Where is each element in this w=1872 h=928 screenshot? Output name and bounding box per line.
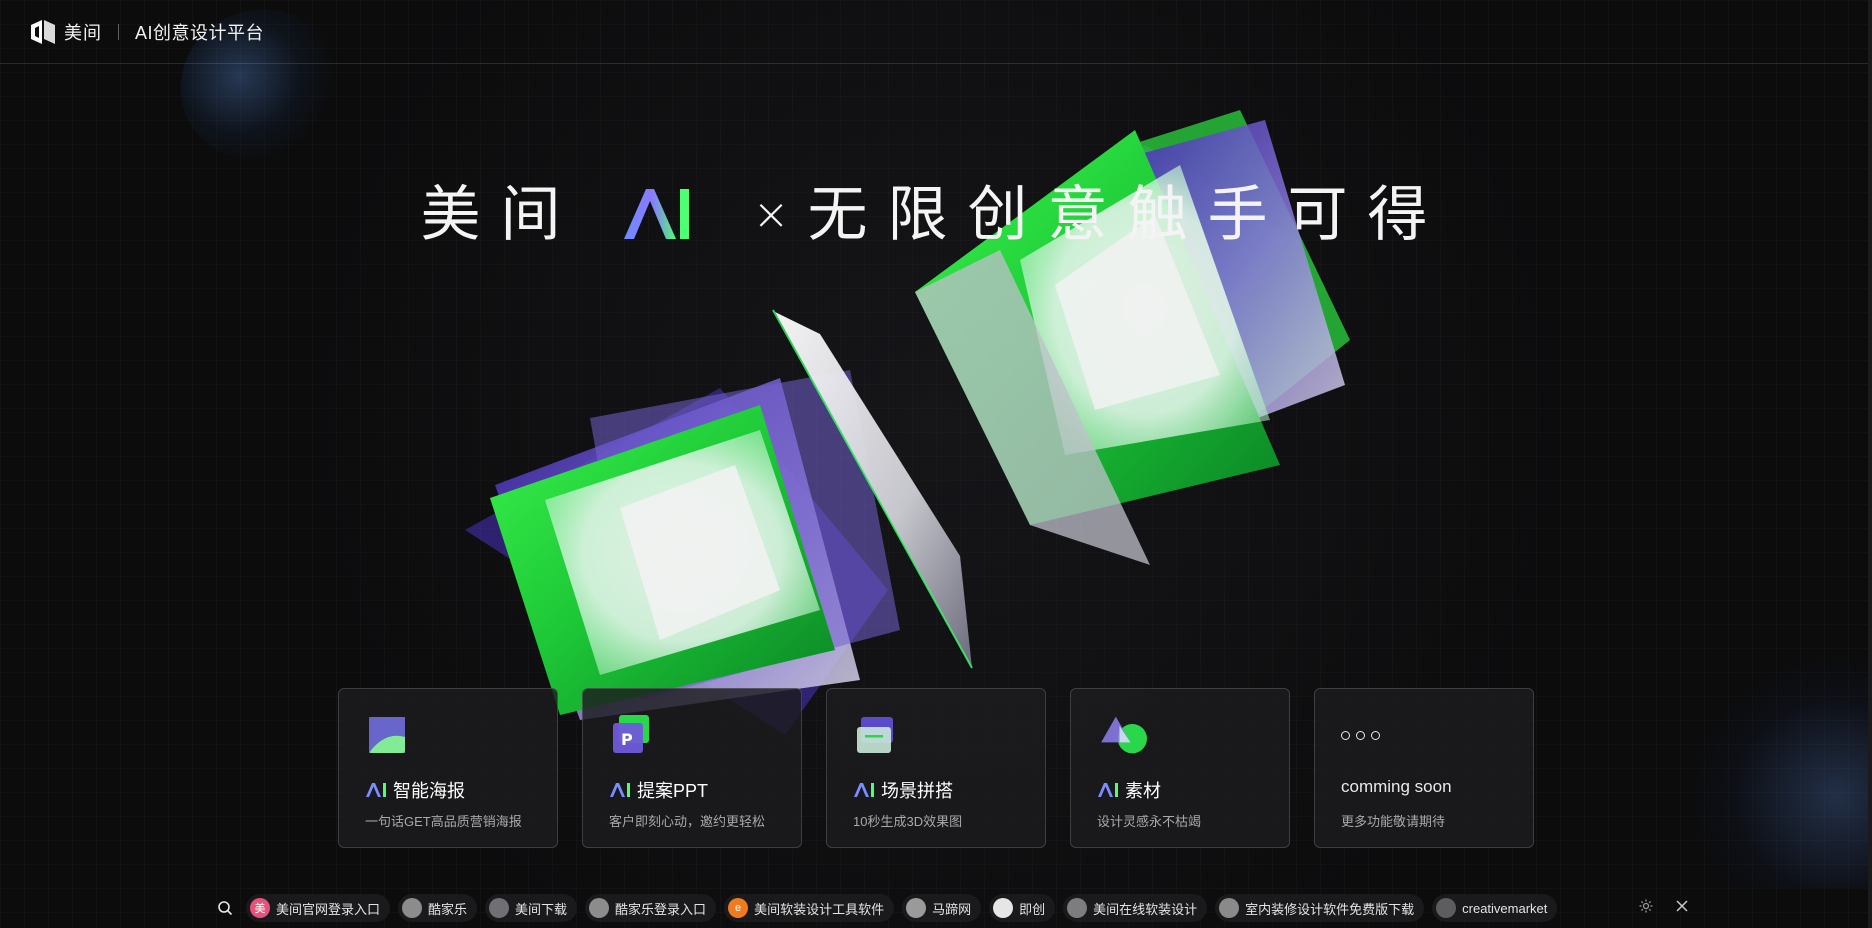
- card-title: 素材: [1125, 781, 1161, 801]
- meijian-logo-icon[interactable]: [30, 19, 56, 45]
- decorative-glow-bottom-right: [1692, 658, 1872, 888]
- header-divider: [118, 23, 119, 40]
- quick-link-chip[interactable]: 美美间官网登录入口: [246, 894, 391, 922]
- page-background: 美间 AI创意设计平台 美间 × 无限创意触手可得 智能海报 一句话GET高品质…: [0, 0, 1872, 928]
- card-title: 场景拼搭: [881, 781, 953, 801]
- quick-link-chip[interactable]: 酷家乐: [398, 894, 478, 922]
- platform-title[interactable]: AI创意设计平台: [135, 19, 264, 45]
- close-icon[interactable]: [1672, 896, 1692, 916]
- quick-link-chip[interactable]: creativemarket: [1432, 894, 1558, 922]
- quick-link-label: 马蹄网: [932, 901, 972, 917]
- brand-name[interactable]: 美间: [64, 19, 102, 45]
- quick-link-label: 室内装修设计软件免费版下载: [1245, 901, 1415, 917]
- quick-link-label: 即创: [1019, 901, 1046, 917]
- card-title-row: comming soon: [1341, 777, 1452, 797]
- site-favicon-icon: e: [728, 898, 749, 918]
- site-favicon-icon: 美: [250, 898, 270, 918]
- card-title-row: 智能海报: [365, 777, 465, 803]
- card-scene-builder[interactable]: 场景拼搭 10秒生成3D效果图: [826, 688, 1046, 848]
- card-description: 设计灵感永不枯竭: [1097, 814, 1202, 829]
- site-favicon-icon: [993, 898, 1014, 918]
- ai-tag-icon: [1098, 783, 1118, 797]
- quick-link-label: creativemarket: [1462, 900, 1548, 916]
- ai-tag-icon: [610, 783, 630, 797]
- card-title-row: 提案PPT: [609, 777, 708, 803]
- site-favicon-icon: [489, 898, 510, 918]
- quick-link-chip[interactable]: 室内装修设计软件免费版下载: [1215, 894, 1425, 922]
- card-smart-poster[interactable]: 智能海报 一句话GET高品质营销海报: [338, 688, 558, 848]
- scene-icon: [857, 717, 893, 753]
- top-header: 美间 AI创意设计平台: [0, 0, 1868, 64]
- vertical-scrollbar[interactable]: [1868, 0, 1872, 928]
- ppt-icon: P: [613, 715, 649, 753]
- card-description: 更多功能敬请期待: [1341, 814, 1446, 829]
- more-dots-icon: [1341, 731, 1380, 740]
- card-proposal-ppt[interactable]: P 提案PPT 客户即刻心动，邀约更轻松: [582, 688, 802, 848]
- card-title-row: 素材: [1097, 777, 1161, 803]
- linkbar-tools: [1636, 896, 1692, 916]
- quick-link-label: 美间软装设计工具软件: [754, 901, 885, 917]
- settings-gear-icon[interactable]: [1636, 896, 1656, 916]
- svg-text:P: P: [621, 730, 633, 749]
- quick-links-bar: 美美间官网登录入口 酷家乐 美间下载 酷家乐登录入口 e 美间软装设计工具软件 马蹄网 即创 美…: [212, 894, 1558, 922]
- site-favicon-icon: [1067, 898, 1088, 918]
- quick-link-label: 美间官网登录入口: [276, 901, 381, 917]
- card-description: 一句话GET高品质营销海报: [365, 814, 522, 829]
- quick-links-list: 美美间官网登录入口 酷家乐 美间下载 酷家乐登录入口 e 美间软装设计工具软件 马蹄网 即创 美…: [246, 894, 1558, 922]
- quick-link-chip[interactable]: 即创: [989, 894, 1056, 922]
- card-description: 10秒生成3D效果图: [853, 814, 963, 829]
- hero-title: 美间 × 无限创意触手可得: [0, 166, 1868, 253]
- site-favicon-icon: [1219, 898, 1240, 918]
- card-coming-soon[interactable]: comming soon 更多功能敬请期待: [1314, 688, 1534, 848]
- card-title: 提案PPT: [637, 781, 709, 801]
- site-favicon-icon: [402, 898, 423, 918]
- site-favicon-icon: [1436, 898, 1457, 918]
- site-favicon-icon: [589, 898, 610, 918]
- ai-tag-icon: [854, 783, 874, 797]
- quick-link-label: 美间在线软装设计: [1093, 901, 1198, 917]
- quick-link-chip[interactable]: e 美间软装设计工具软件: [724, 894, 895, 922]
- card-materials[interactable]: 素材 设计灵感永不枯竭: [1070, 688, 1290, 848]
- ai-logo-icon: [623, 189, 689, 239]
- quick-link-chip[interactable]: 美间下载: [485, 894, 578, 922]
- card-description: 客户即刻心动，邀约更轻松: [609, 814, 766, 829]
- site-favicon-icon: [906, 898, 927, 918]
- feature-cards: 智能海报 一句话GET高品质营销海报 P 提案PPT 客户即刻心动，邀约更轻松: [338, 688, 1534, 848]
- quick-link-label: 酷家乐登录入口: [615, 901, 707, 917]
- card-title: 智能海报: [393, 781, 465, 801]
- material-icon: [1101, 716, 1147, 754]
- poster-icon: [369, 717, 405, 753]
- search-icon[interactable]: [212, 895, 238, 921]
- hero-title-suffix: 无限创意触手可得: [807, 180, 1448, 250]
- quick-link-label: 美间下载: [515, 901, 568, 917]
- quick-link-chip[interactable]: 马蹄网: [902, 894, 982, 922]
- card-title-row: 场景拼搭: [853, 777, 953, 803]
- hero-title-times: ×: [752, 189, 790, 240]
- quick-link-chip[interactable]: 酷家乐登录入口: [585, 894, 717, 922]
- quick-link-label: 酷家乐: [428, 901, 468, 917]
- quick-link-chip[interactable]: 美间在线软装设计: [1063, 894, 1208, 922]
- card-title: comming soon: [1341, 777, 1452, 796]
- hero-title-prefix: 美间: [420, 180, 581, 250]
- ai-tag-icon: [366, 783, 386, 797]
